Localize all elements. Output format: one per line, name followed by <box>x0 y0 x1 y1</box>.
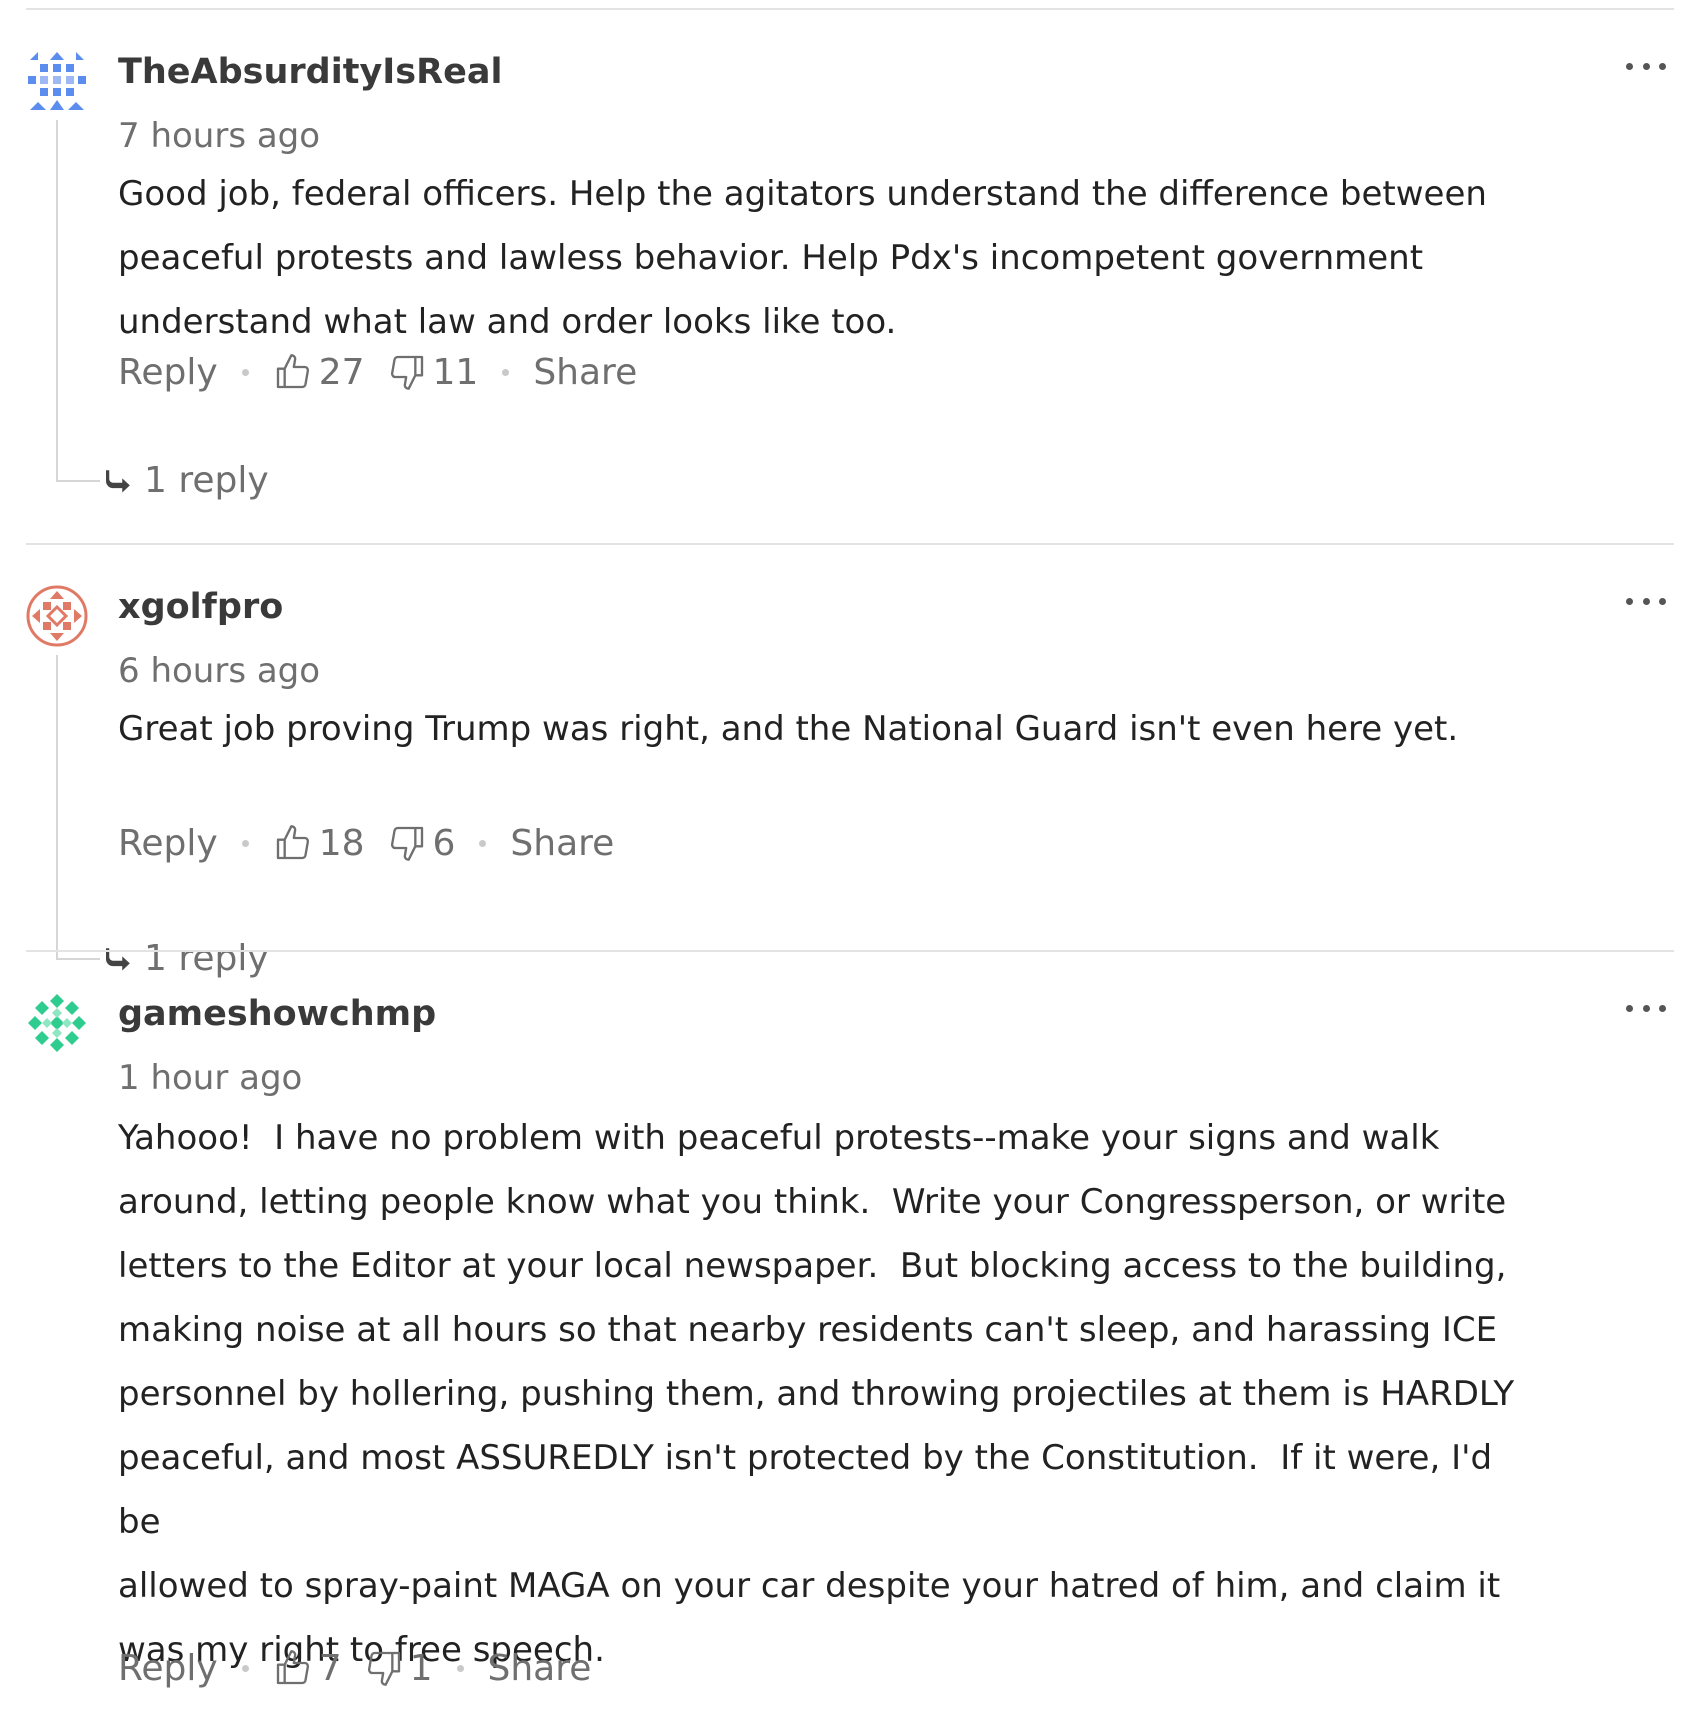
view-replies-link[interactable]: 1 reply <box>106 455 269 505</box>
reply-button[interactable]: Reply <box>118 823 218 864</box>
downvote-button[interactable]: 1 <box>364 1648 433 1689</box>
view-replies-link[interactable]: 1 reply <box>106 933 269 983</box>
comment-actions: Reply 27 11 Share <box>118 347 637 397</box>
reply-arrow-icon <box>106 948 130 971</box>
comment-timestamp: 1 hour ago <box>118 1058 303 1098</box>
thread-elbow <box>56 480 100 482</box>
comment-timestamp: 6 hours ago <box>118 651 321 691</box>
thread-line <box>56 655 58 960</box>
upvote-button[interactable]: 18 <box>273 823 365 864</box>
reply-button[interactable]: Reply <box>118 1648 218 1689</box>
comment-username[interactable]: TheAbsurdityIsReal <box>118 52 502 92</box>
upvote-button[interactable]: 27 <box>273 352 365 393</box>
upvote-button[interactable]: 7 <box>273 1648 342 1689</box>
user-avatar[interactable] <box>26 50 88 112</box>
thumbs-down-icon <box>367 1651 400 1686</box>
separator-dot <box>502 368 510 376</box>
comment-username[interactable]: xgolfpro <box>118 587 283 627</box>
comment-divider <box>26 543 1674 545</box>
share-button[interactable]: Share <box>533 352 637 393</box>
separator-dot <box>241 839 249 847</box>
thumbs-up-icon <box>276 1650 309 1685</box>
more-options-icon[interactable] <box>1626 996 1666 1020</box>
more-options-icon[interactable] <box>1626 589 1666 613</box>
downvote-button[interactable]: 11 <box>387 351 479 393</box>
more-options-icon[interactable] <box>1626 54 1666 78</box>
thread-elbow <box>56 958 100 960</box>
comment-timestamp: 7 hours ago <box>118 116 321 156</box>
separator-dot <box>456 1664 464 1672</box>
comment-body: Yahooo! I have no problem with peaceful … <box>118 1118 1515 1670</box>
comment-body: Good job, federal officers. Help the agi… <box>118 174 1487 342</box>
comment-divider <box>26 950 1674 952</box>
thumbs-up-icon <box>276 354 309 389</box>
downvote-count: 11 <box>432 351 479 393</box>
comment: TheAbsurdityIsReal 7 hours ago Good job,… <box>26 50 1674 510</box>
upvote-count: 27 <box>318 351 365 393</box>
upvote-count: 18 <box>318 822 365 864</box>
reply-arrow-icon <box>106 470 130 493</box>
user-avatar[interactable] <box>26 992 88 1054</box>
comment: xgolfpro 6 hours ago Great job proving T… <box>26 585 1674 979</box>
replies-count-label: 1 reply <box>144 459 269 501</box>
share-button[interactable]: Share <box>488 1648 592 1689</box>
comment-username[interactable]: gameshowchmp <box>118 994 436 1034</box>
separator-dot <box>241 368 249 376</box>
comment-actions: Reply 7 1 Share <box>118 1643 591 1693</box>
share-button[interactable]: Share <box>510 823 614 864</box>
comment-body: Great job proving Trump was right, and t… <box>118 709 1459 749</box>
user-avatar[interactable] <box>26 585 88 647</box>
thumbs-down-icon <box>390 826 423 861</box>
separator-dot <box>479 839 487 847</box>
downvote-count: 6 <box>432 822 456 864</box>
thumbs-up-icon <box>276 825 309 860</box>
separator-dot <box>241 1664 249 1672</box>
thread-line <box>56 120 58 482</box>
reply-button[interactable]: Reply <box>118 352 218 393</box>
downvote-count: 1 <box>409 1647 433 1689</box>
replies-count-label: 1 reply <box>144 937 269 979</box>
comment: gameshowchmp 1 hour ago Yahooo! I have n… <box>26 992 1674 1722</box>
downvote-button[interactable]: 6 <box>387 822 456 864</box>
comment-actions: Reply 18 6 Share <box>118 818 614 868</box>
thumbs-down-icon <box>390 355 423 390</box>
upvote-count: 7 <box>318 1647 342 1689</box>
top-divider <box>26 8 1674 10</box>
